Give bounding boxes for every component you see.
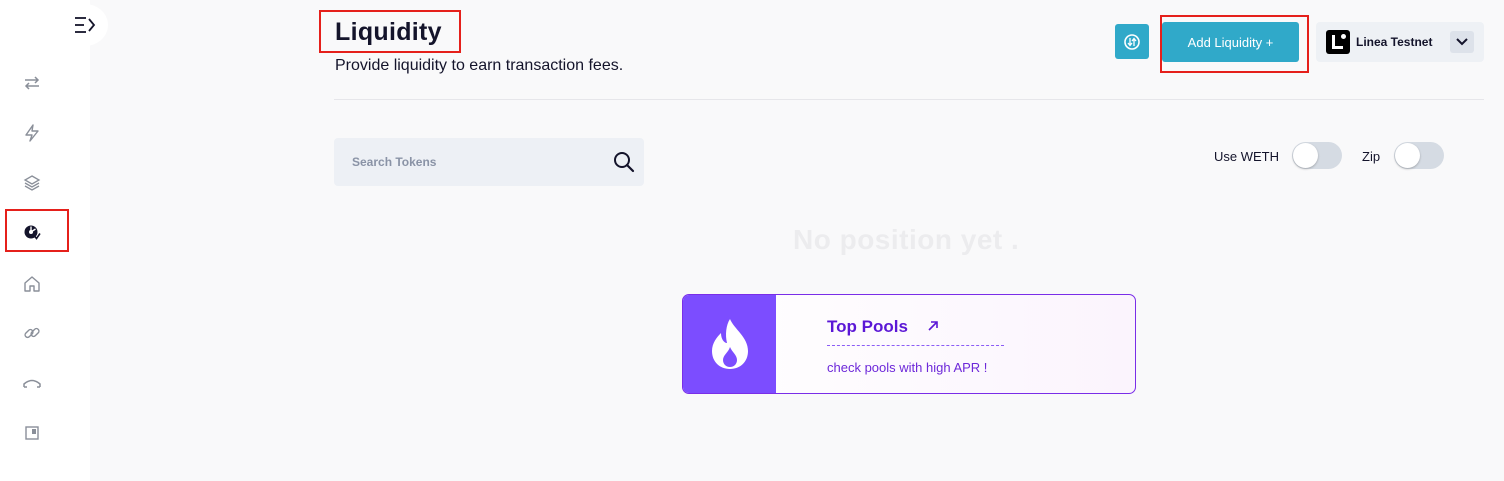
zip-toggle[interactable]: [1394, 142, 1444, 169]
add-liquidity-button[interactable]: Add Liquidity +: [1162, 22, 1299, 62]
sidebar-item-liquidity[interactable]: [14, 214, 50, 250]
swap-arrows-icon: [24, 76, 40, 90]
sidebar-item-layers[interactable]: [14, 165, 50, 201]
menu-collapse-icon: [75, 17, 96, 33]
search-icon[interactable]: [613, 151, 635, 173]
arrow-up-right-icon: [928, 321, 938, 331]
refresh-swap-button[interactable]: [1115, 24, 1149, 59]
home-icon: [24, 276, 40, 292]
top-pools-title[interactable]: Top Pools: [827, 317, 908, 337]
sidebar-item-home[interactable]: [14, 266, 50, 302]
network-name: Linea Testnet: [1356, 35, 1433, 49]
sidebar-item-link[interactable]: [14, 315, 50, 351]
dashed-divider: [827, 345, 1004, 346]
fire-icon: [711, 319, 748, 369]
network-dropdown-button[interactable]: [1450, 31, 1474, 53]
link-icon: [24, 327, 40, 339]
liquidity-icon: [24, 225, 41, 240]
page-title: Liquidity: [335, 18, 442, 46]
circular-arrows-icon: [1124, 33, 1140, 50]
use-weth-label: Use WETH: [1214, 149, 1279, 164]
page-subtitle: Provide liquidity to earn transaction fe…: [335, 57, 624, 74]
square-icon: [25, 426, 39, 440]
search-input[interactable]: [334, 138, 594, 186]
sidebar-item-lightning[interactable]: [14, 115, 50, 151]
search-box: [334, 138, 644, 186]
empty-state-message: No position yet .: [793, 224, 1020, 255]
layers-icon: [23, 175, 41, 191]
use-weth-toggle[interactable]: [1292, 142, 1342, 169]
pool-icon-box: [683, 295, 776, 393]
sidebar-item-square[interactable]: [14, 415, 50, 451]
chevron-down-icon: [1456, 38, 1468, 46]
sidebar-item-bridge[interactable]: [14, 365, 50, 401]
sidebar-item-swap[interactable]: [14, 65, 50, 101]
lightning-icon: [25, 124, 39, 142]
top-pools-subtitle: check pools with high APR !: [827, 360, 988, 375]
network-selector[interactable]: Linea Testnet: [1316, 22, 1484, 62]
header-divider: [334, 99, 1484, 100]
top-pools-card[interactable]: Top Pools check pools with high APR !: [682, 294, 1136, 394]
linea-logo-icon: [1326, 30, 1350, 54]
menu-toggle-button[interactable]: [62, 4, 108, 46]
zip-label: Zip: [1362, 149, 1381, 164]
bridge-icon: [23, 379, 41, 388]
sidebar: [0, 0, 108, 481]
